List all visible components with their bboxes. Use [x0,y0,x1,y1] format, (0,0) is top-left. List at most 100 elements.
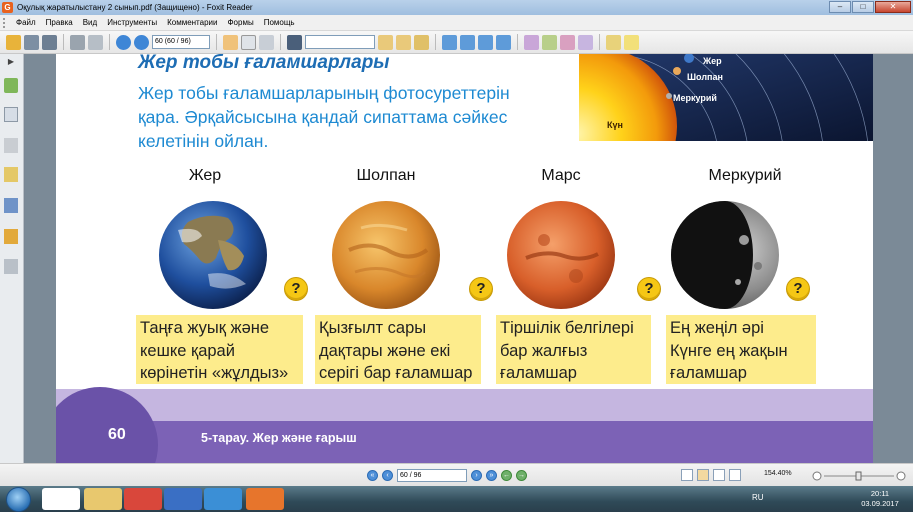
fit-width-icon[interactable] [496,34,511,50]
save-as-icon[interactable] [42,34,57,50]
section-title: Жер тобы ғаламшарлары [138,54,390,73]
page-navigation: « ‹ 60 / 96 › » ← → [367,469,527,482]
window-title: Оқулық жаратылыстану 2 сынып.pdf (Защище… [17,3,253,12]
layers-icon[interactable] [4,138,18,153]
card-line: бар жалғыз [500,341,588,360]
open-folder-icon[interactable] [6,34,21,50]
document-area[interactable]: Жер тобы ғаламшарлары Жер тобы ғаламшарл… [25,54,913,463]
card-line: көрінетін «жұлдыз» [140,364,289,382]
card-line: дақтары және екі [319,341,451,360]
find-previous-icon[interactable] [378,34,393,50]
zoom-in-icon[interactable] [442,34,457,50]
zoom-level[interactable]: 154.40% [764,470,792,477]
search-input[interactable] [305,35,375,49]
hand-tool-icon[interactable] [223,34,238,50]
solar-system-image: Күн Жер Шолпан Меркурий [579,54,873,141]
card-line: Қызғылт сары [319,319,427,337]
select-text-icon[interactable] [241,34,256,50]
menu-bar: Файл Правка Вид Инструменты Комментарии … [0,15,913,31]
menu-view[interactable]: Вид [78,18,102,27]
email-icon[interactable] [88,34,103,50]
planet-name-mars: Марс [541,167,581,184]
word-icon[interactable] [164,488,202,510]
binoculars-icon[interactable] [287,34,302,50]
pdf-page: Жер тобы ғаламшарлары Жер тобы ғаламшарл… [56,54,873,463]
clock-date: 03.09.2017 [861,499,899,508]
maximize-button[interactable]: □ [852,1,874,13]
panel-expand-icon[interactable]: ▶ [3,57,19,67]
first-page-icon[interactable]: « [367,470,378,481]
status-page-input[interactable]: 60 / 96 [397,469,467,482]
continuous-facing-icon[interactable] [729,469,741,481]
menu-tools[interactable]: Инструменты [102,18,162,27]
continuous-icon[interactable] [697,469,709,481]
form-icon[interactable] [578,34,593,50]
menu-comments[interactable]: Комментарии [162,18,222,27]
signatures-icon[interactable] [4,259,18,274]
next-page-icon[interactable]: › [471,470,482,481]
zoom-out-icon[interactable] [460,34,475,50]
intro-text: Жер тобы ғаламшарларының фотосуреттерін … [138,81,578,153]
planet-name-earth: Жер [188,167,222,184]
bookmarks-icon[interactable] [4,78,18,93]
toolbar-separator [517,34,518,50]
question-mark-icon: ? [637,277,661,301]
planet-name-mercury: Меркурий [708,167,782,184]
menu-file[interactable]: Файл [11,18,41,27]
snapshot-icon[interactable] [259,34,274,50]
window-controls: – □ ✕ [829,1,911,13]
forward-icon[interactable]: → [516,470,527,481]
zoom-slider[interactable] [812,471,907,481]
fit-page-icon[interactable] [478,34,493,50]
planet-name-venus: Шолпан [356,167,416,184]
foxit-taskbar-icon[interactable] [246,488,284,510]
previous-page-icon[interactable]: ‹ [382,470,393,481]
menu-help[interactable]: Помощь [259,18,300,27]
typewriter-icon[interactable] [560,34,575,50]
single-page-icon[interactable] [681,469,693,481]
attachments-icon[interactable] [4,198,18,213]
save-icon[interactable] [24,34,39,50]
taskbar: RU 20:11 03.09.2017 [0,486,913,512]
menu-edit[interactable]: Правка [41,18,78,27]
media-player-icon[interactable] [204,488,242,510]
language-indicator[interactable]: RU [752,493,764,502]
menu-forms[interactable]: Формы [222,18,258,27]
highlight-icon[interactable] [414,34,429,50]
close-button[interactable]: ✕ [875,1,911,13]
solar-system-illustration: Күн Жер Шолпан Меркурий [579,54,873,141]
sign-icon[interactable] [542,34,557,50]
back-icon[interactable]: ← [501,470,512,481]
description-card: Ең жеңіл әрі Күнге ең жақын ғаламшар [666,315,816,384]
note-icon[interactable] [624,34,639,50]
start-button[interactable] [6,487,31,512]
card-line: Күнге ең жақын [670,341,788,360]
clock-time: 20:11 [870,489,890,498]
find-next-icon[interactable] [396,34,411,50]
toolbar-separator [599,34,600,50]
print-icon[interactable] [70,34,85,50]
venus-image [332,201,440,309]
rotate-icon[interactable] [524,34,539,50]
file-explorer-icon[interactable] [84,488,122,510]
description-card: Таңға жуық және кешке қарай көрінетін «ж… [136,315,303,384]
facing-icon[interactable] [713,469,725,481]
card-line: кешке қарай [140,341,235,360]
page-number-input[interactable]: 60 (60 / 96) [152,35,210,49]
pages-icon[interactable] [4,107,18,122]
foxit-logo-icon: G [2,2,13,13]
clock[interactable]: 20:11 03.09.2017 [860,489,900,509]
yandex-browser-icon[interactable] [42,488,80,510]
next-page-icon[interactable] [134,34,149,50]
intro-line: қара. Әрқайсысына қандай сипаттама сәйке… [138,107,508,127]
minimize-button[interactable]: – [829,1,851,13]
previous-page-icon[interactable] [116,34,131,50]
security-icon[interactable] [4,229,18,244]
comments-icon[interactable] [4,167,18,182]
last-page-icon[interactable]: » [486,470,497,481]
title-bar: G Оқулық жаратылыстану 2 сынып.pdf (Защи… [0,0,913,15]
toolbar-separator [63,34,64,50]
text-box-icon[interactable] [606,34,621,50]
chrome-icon[interactable] [124,488,162,510]
toolbar-separator [435,34,436,50]
